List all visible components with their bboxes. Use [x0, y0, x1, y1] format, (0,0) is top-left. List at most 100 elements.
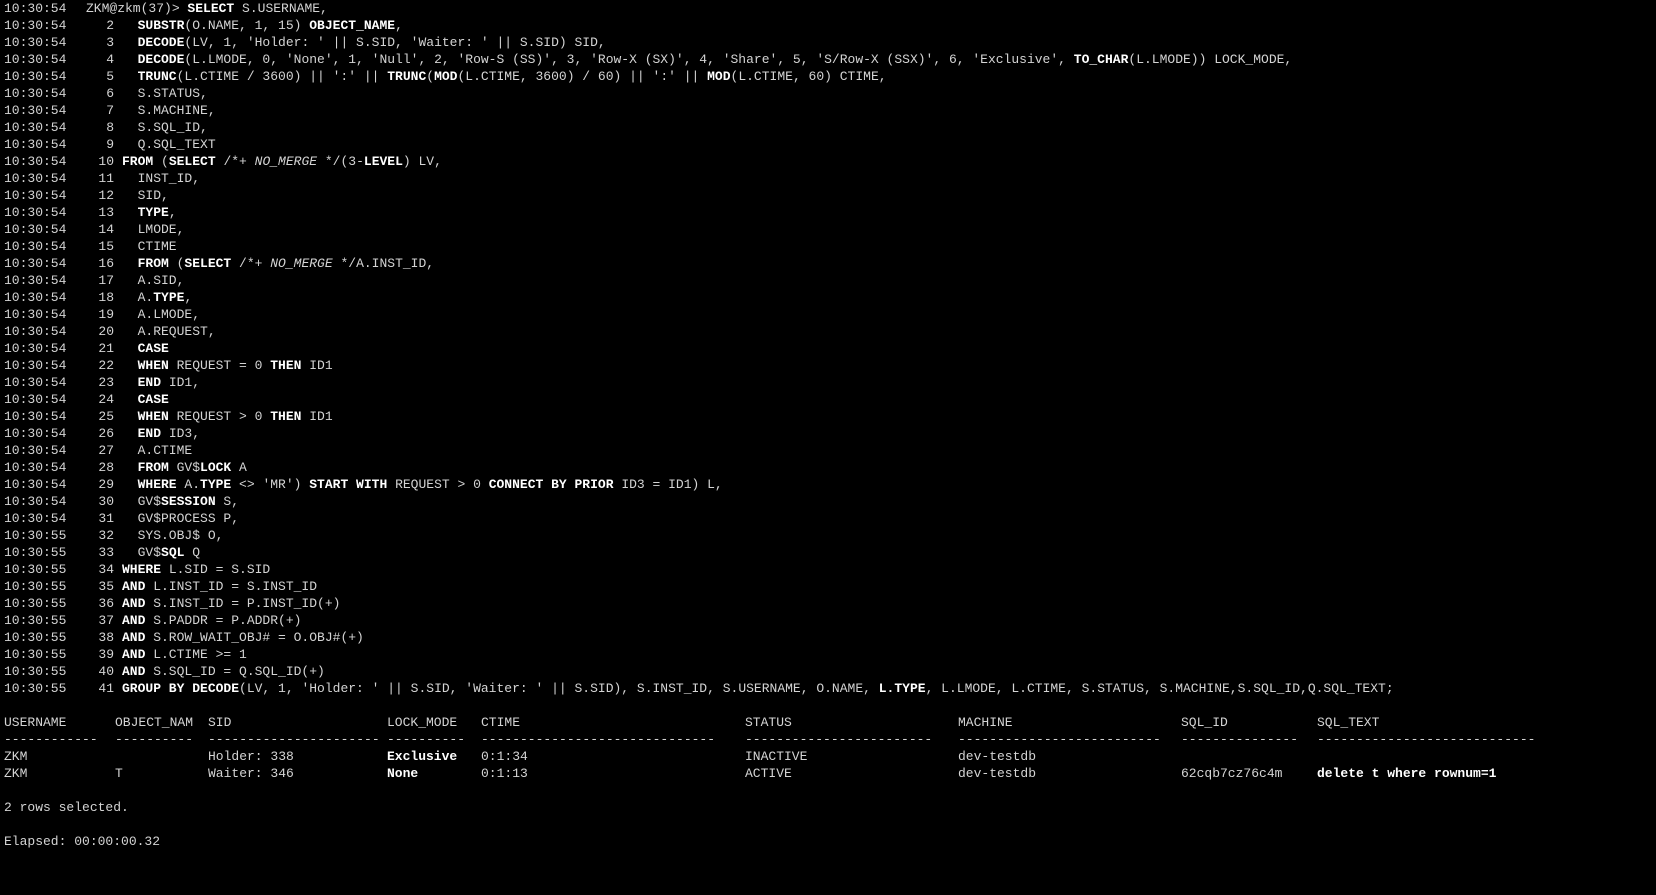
line-number: 16	[98, 256, 114, 271]
terminal-window[interactable]: 10:30:54 ZKM@zkm(37)> SELECT S.USERNAME, 1…	[0, 0, 1656, 895]
sql-token: */(3-	[317, 154, 364, 169]
sql-token: A.REQUEST,	[122, 324, 216, 339]
timestamp: 10:30:54	[4, 154, 67, 169]
sql-keyword: THEN	[270, 358, 302, 373]
sql-line: 10:30:55 36 AND S.INST_ID = P.INST_ID(+)	[4, 595, 340, 613]
line-number: 38	[98, 630, 114, 645]
sql-keyword: TYPE	[200, 477, 232, 492]
sql-token: GV$	[122, 494, 162, 509]
header-cell-sid: SID	[208, 715, 232, 730]
sql-code: GV$SESSION S,	[122, 493, 239, 511]
sql-keyword: FROM	[122, 154, 154, 169]
sql-line: 10:30:54 24 CASE	[4, 391, 169, 409]
timestamp: 10:30:54	[4, 273, 67, 288]
header-cell-lock-mode: LOCK_MODE	[387, 715, 458, 730]
sql-line: 10:30:54 5 TRUNC(L.CTIME / 3600) || ':' |…	[4, 68, 887, 86]
sql-keyword: AND	[122, 579, 146, 594]
sql-line: 10:30:54 15 CTIME	[4, 238, 177, 256]
sql-code: GV$PROCESS P,	[122, 510, 239, 528]
timestamp: 10:30:54	[4, 341, 67, 356]
sql-code: AND S.ROW_WAIT_OBJ# = O.OBJ#(+)	[122, 629, 364, 647]
sql-token: (LV, 1, 'Holder: ' || S.SID, 'Waiter: ' …	[184, 35, 606, 50]
sql-code: FROM GV$LOCK A	[122, 459, 247, 477]
table-cell-ctime: 0:1:13	[481, 766, 528, 781]
sql-token: S.SQL_ID,	[122, 120, 208, 135]
sql-line: 10:30:54 8 S.SQL_ID,	[4, 119, 208, 137]
sql-token: ,	[395, 18, 403, 33]
line-number: 22	[98, 358, 114, 373]
sql-token: REQUEST = 0	[168, 358, 271, 373]
sql-code: WHERE L.SID = S.SID	[122, 561, 270, 579]
timestamp: 10:30:54	[4, 222, 67, 237]
line-number: 21	[98, 341, 114, 356]
table-cell-ctime: 0:1:34	[481, 749, 528, 764]
sql-line: 10:30:54 29 WHERE A.TYPE <> 'MR') START W…	[4, 476, 723, 494]
sql-token: (O.NAME, 1, 15)	[184, 18, 310, 33]
sql-code: CTIME	[122, 238, 177, 256]
sql-line: 10:30:54 28 FROM GV$LOCK A	[4, 459, 247, 477]
sql-code: FROM (SELECT /*+ NO_MERGE */(3-LEVEL) LV…	[122, 153, 442, 171]
sql-token: (	[426, 69, 435, 84]
separator-sql-text: ----------------------------	[1317, 732, 1536, 747]
table-cell-lock-mode: None	[387, 766, 419, 781]
timestamp: 10:30:55	[4, 647, 67, 662]
separator-lock-mode: ----------	[387, 732, 466, 747]
header-cell-username: USERNAME	[4, 715, 67, 730]
sql-line: 10:30:55 40 AND S.SQL_ID = Q.SQL_ID(+)	[4, 663, 325, 681]
sql-keyword: THEN	[270, 409, 302, 424]
sql-token: S.USERNAME,	[234, 1, 328, 16]
sql-keyword: TYPE	[122, 205, 169, 220]
sql-code: AND S.INST_ID = P.INST_ID(+)	[122, 595, 340, 613]
sql-keyword: SELECT	[168, 154, 216, 169]
timestamp: 10:30:54	[4, 426, 67, 441]
sql-token: REQUEST > 0	[168, 409, 271, 424]
table-cell-sid: Holder: 338	[208, 749, 294, 764]
timestamp: 10:30:54	[4, 120, 67, 135]
sql-token: NO_MERGE	[254, 154, 318, 169]
sql-line: 10:30:55 41 GROUP BY DECODE(LV, 1, 'Holder…	[4, 680, 1394, 698]
sql-keyword: LOCK	[200, 460, 232, 475]
sql-token: /*+	[215, 154, 255, 169]
timestamp: 10:30:55	[4, 664, 67, 679]
timestamp: 10:30:54	[4, 103, 67, 118]
sql-keyword: TRUNC	[122, 69, 177, 84]
sql-code: S.SQL_ID,	[122, 119, 208, 137]
sql-code: CASE	[122, 391, 169, 409]
sql-token: LMODE,	[122, 222, 185, 237]
sql-keyword: DECODE	[122, 52, 185, 67]
sql-code: WHEN REQUEST = 0 THEN ID1	[122, 357, 333, 375]
separator-sql-id: ---------------	[1181, 732, 1299, 747]
sql-keyword: FROM	[122, 460, 169, 475]
sql-line: 10:30:54 31 GV$PROCESS P,	[4, 510, 239, 528]
sql-token: A	[231, 460, 247, 475]
line-number: 41	[98, 681, 114, 696]
sql-token: (	[168, 256, 185, 271]
sql-code: A.SID,	[122, 272, 185, 290]
header-cell-object-nam: OBJECT_NAM	[115, 715, 194, 730]
sql-keyword: DECODE	[122, 35, 185, 50]
sql-line: 10:30:55 38 AND S.ROW_WAIT_OBJ# = O.OBJ#(+…	[4, 629, 364, 647]
line-number: 27	[98, 443, 114, 458]
sql-code: SID,	[122, 187, 169, 205]
sql-code: GROUP BY DECODE(LV, 1, 'Holder: ' || S.S…	[122, 680, 1394, 698]
timestamp: 10:30:54	[4, 52, 67, 67]
timestamp: 10:30:54	[4, 239, 67, 254]
sql-token: Q.SQL_TEXT	[122, 137, 216, 152]
sql-keyword: AND	[122, 647, 146, 662]
sql-line: 10:30:54 6 S.STATUS,	[4, 85, 208, 103]
sql-line: 10:30:54 27 A.CTIME	[4, 442, 192, 460]
sql-line: 10:30:54 4 DECODE(L.LMODE, 0, 'None', 1, …	[4, 51, 1292, 69]
timestamp: 10:30:54	[4, 171, 67, 186]
timestamp: 10:30:55	[4, 630, 67, 645]
sql-line: 10:30:55 39 AND L.CTIME >= 1	[4, 646, 247, 664]
sql-code: FROM (SELECT /*+ NO_MERGE */A.INST_ID,	[122, 255, 435, 273]
sql-line: 10:30:54 ZKM@zkm(37)> SELECT S.USERNAME,	[4, 0, 328, 18]
sql-keyword: CONNECT BY PRIOR	[488, 477, 614, 492]
sql-keyword: WHEN	[122, 409, 169, 424]
sql-line: 10:30:54 12 SID,	[4, 187, 169, 205]
line-number: 2	[106, 18, 114, 33]
timestamp: 10:30:54	[4, 409, 67, 424]
sql-token: (L.LMODE, 0, 'None', 1, 'Null', 2, 'Row-…	[184, 52, 1074, 67]
table-cell-status: ACTIVE	[745, 766, 792, 781]
sql-keyword: WHEN	[122, 358, 169, 373]
